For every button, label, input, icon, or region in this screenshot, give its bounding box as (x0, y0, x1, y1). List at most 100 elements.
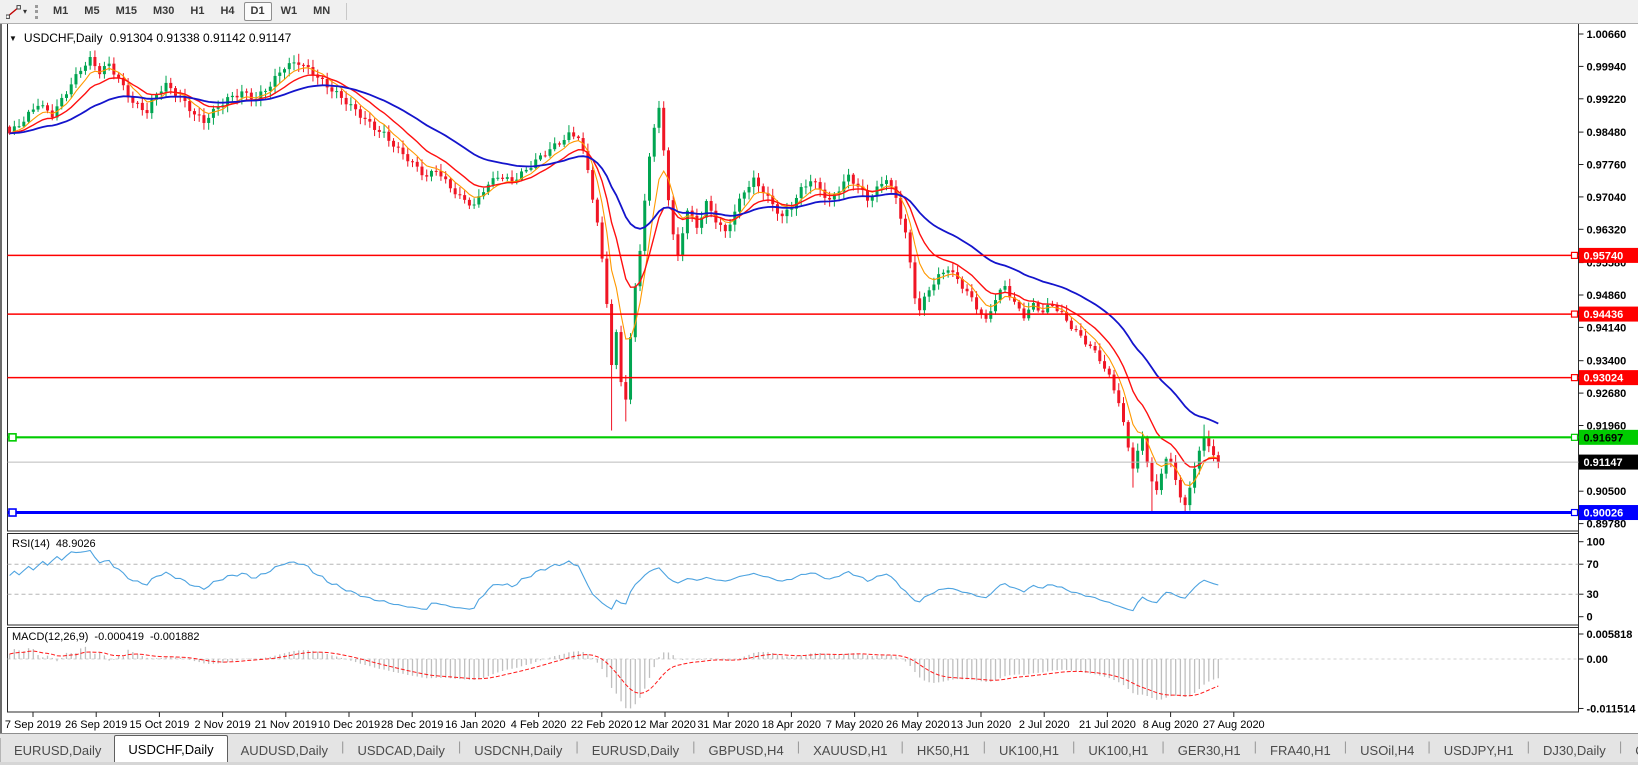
rsi-indicator-label: RSI(14) 48.9026 (12, 538, 96, 550)
date-label: 4 Feb 2020 (511, 719, 567, 731)
tool-dropdown-caret[interactable]: ▾ (23, 7, 27, 16)
date-label: 7 May 2020 (826, 719, 883, 731)
date-label: 12 Mar 2020 (634, 719, 696, 731)
macd-main-value: -0.000419 (94, 631, 144, 643)
timeframe-button-mn[interactable]: MN (306, 2, 337, 21)
tab-eurusd-daily[interactable]: EURUSD,Daily (579, 738, 692, 762)
timeframe-button-m1[interactable]: M1 (46, 2, 75, 21)
tab-ger30-h1[interactable]: GER30,H1 (1165, 738, 1254, 762)
svg-text:0.94140: 0.94140 (1587, 322, 1627, 334)
svg-text:0.90026: 0.90026 (1584, 508, 1624, 520)
chart-ohlc-quote: 0.91304 0.91338 0.91142 0.91147 (109, 31, 292, 45)
tab-uk100-h1[interactable]: UK100,H1 (1075, 738, 1161, 762)
date-label: 16 Jan 2020 (445, 719, 506, 731)
toolbar-separator (346, 3, 348, 20)
svg-text:0.98480: 0.98480 (1587, 127, 1627, 139)
tab-xauusd-h1[interactable]: XAUUSD,H1 (800, 738, 900, 762)
timeframe-button-m5[interactable]: M5 (77, 2, 106, 21)
collapse-triangle-icon[interactable]: ▼ (9, 34, 17, 43)
trendline-tool-icon[interactable] (4, 4, 22, 20)
chart-area[interactable]: 1.00660 0.99940 0.99220 0.98480 0.97760 0.970… (0, 23, 1638, 733)
tab-gbpusd-h4[interactable]: GBPUSD,H4 (696, 738, 797, 762)
svg-text:0.97760: 0.97760 (1587, 160, 1627, 172)
chart-title: ▼ USDCHF,Daily 0.91304 0.91338 0.91142 0… (9, 31, 291, 45)
rsi-line (9, 549, 1219, 612)
macd-signal-line (9, 650, 1219, 697)
svg-text:0.91697: 0.91697 (1584, 432, 1624, 444)
date-label: 28 Dec 2019 (381, 719, 443, 731)
rsi-value: 48.9026 (55, 538, 96, 550)
tab-usdcad-daily[interactable]: USDCAD,Daily (344, 738, 457, 762)
rsi-axis-label: 30 (1587, 589, 1599, 601)
tab-usdcnh-daily[interactable]: USDCNH,Daily (461, 738, 575, 762)
svg-text:0.90500: 0.90500 (1587, 486, 1627, 498)
svg-text:0.99220: 0.99220 (1587, 94, 1627, 106)
candlesticks (8, 50, 1220, 514)
date-label: 2 Jul 2020 (1019, 719, 1070, 731)
svg-text:0.96320: 0.96320 (1587, 224, 1627, 236)
toolbar-grip[interactable] (35, 4, 39, 19)
date-label: 2 Nov 2019 (194, 719, 250, 731)
date-label: 7 Sep 2019 (5, 719, 61, 731)
svg-text:0.92680: 0.92680 (1587, 388, 1627, 400)
price-panel-frame (7, 23, 1579, 532)
tab-eurusd-daily[interactable]: EURUSD,Daily (1, 738, 114, 762)
tab-fra40-h1[interactable]: FRA40,H1 (1257, 738, 1344, 762)
date-label: 27 Aug 2020 (1203, 719, 1265, 731)
macd-histogram (8, 646, 1219, 709)
date-label: 26 Sep 2019 (65, 719, 127, 731)
tab-usoil-h4[interactable]: USOil,H4 (1347, 738, 1427, 762)
tab-audusd-daily[interactable]: AUDUSD,Daily (228, 738, 341, 762)
timeframe-button-d1[interactable]: D1 (243, 2, 272, 21)
chart-symbol-period: USDCHF,Daily (23, 31, 103, 45)
svg-text:0.89780: 0.89780 (1587, 519, 1627, 531)
chart-tab-bar: EURUSD,Daily USDCHF,Daily AUDUSD,Daily | USD… (0, 733, 1638, 765)
macd-axis-label: 0.00 (1587, 654, 1608, 666)
rsi-name: RSI(14) (12, 538, 50, 550)
date-label: 21 Jul 2020 (1079, 719, 1136, 731)
date-label: 10 Dec 2019 (318, 719, 380, 731)
level-handle-0.91697[interactable] (8, 433, 17, 442)
tab-usdchf-daily[interactable]: USDCHF,Daily (114, 735, 228, 762)
date-label: 15 Oct 2019 (129, 719, 189, 731)
date-label: 21 Nov 2019 (255, 719, 317, 731)
date-label: 26 May 2020 (886, 719, 950, 731)
svg-text:0.95740: 0.95740 (1584, 250, 1624, 262)
svg-text:0.97040: 0.97040 (1587, 192, 1627, 204)
svg-text:0.94436: 0.94436 (1584, 309, 1624, 321)
macd-axis-label: 0.005818 (1587, 629, 1633, 641)
svg-text:1.00660: 1.00660 (1587, 29, 1627, 41)
tab-usdjpy-h1[interactable]: USDJPY,H1 (1431, 738, 1527, 762)
svg-text:0.99940: 0.99940 (1587, 61, 1627, 73)
top-toolbar: ▾ M1 M5 M15 M30 H1 H4 D1 W1 MN (0, 0, 1638, 24)
rsi-axis-label: 100 (1587, 537, 1605, 549)
level-handle-0.90026[interactable] (8, 508, 17, 517)
macd-panel-frame (7, 627, 1579, 713)
svg-text:0.91147: 0.91147 (1584, 457, 1623, 469)
date-label: 18 Apr 2020 (762, 719, 821, 731)
svg-text:0.93024: 0.93024 (1584, 373, 1625, 385)
svg-text:0.94860: 0.94860 (1587, 290, 1627, 302)
timeframe-button-m15[interactable]: M15 (109, 2, 144, 21)
macd-signal-value: -0.001882 (149, 631, 200, 643)
tab-china300-h1[interactable]: CHINA300,H1 (1622, 738, 1638, 762)
tab-dj30-daily[interactable]: DJ30,Daily (1530, 738, 1619, 762)
ma-fast-line (9, 67, 1219, 487)
rsi-axis-label: 70 (1587, 559, 1599, 571)
ma-mid-line (9, 74, 1219, 468)
date-label: 13 Jun 2020 (951, 719, 1012, 731)
date-axis: 7 Sep 2019 26 Sep 2019 15 Oct 2019 2 Nov 20… (5, 712, 1265, 731)
tab-uk100-h1[interactable]: UK100,H1 (986, 738, 1072, 762)
date-label: 22 Feb 2020 (571, 719, 633, 731)
timeframe-button-w1[interactable]: W1 (274, 2, 305, 21)
date-label: 8 Aug 2020 (1143, 719, 1199, 731)
macd-name: MACD(12,26,9) (12, 631, 89, 643)
tab-hk50-h1[interactable]: HK50,H1 (904, 738, 983, 762)
macd-axis-label: -0.011514 (1587, 703, 1637, 715)
date-label: 31 Mar 2020 (697, 719, 759, 731)
timeframe-button-m30[interactable]: M30 (146, 2, 181, 21)
rsi-axis-label: 0 (1587, 612, 1593, 624)
timeframe-button-h1[interactable]: H1 (183, 2, 211, 21)
svg-text:0.93400: 0.93400 (1587, 356, 1627, 368)
timeframe-button-h4[interactable]: H4 (213, 2, 241, 21)
